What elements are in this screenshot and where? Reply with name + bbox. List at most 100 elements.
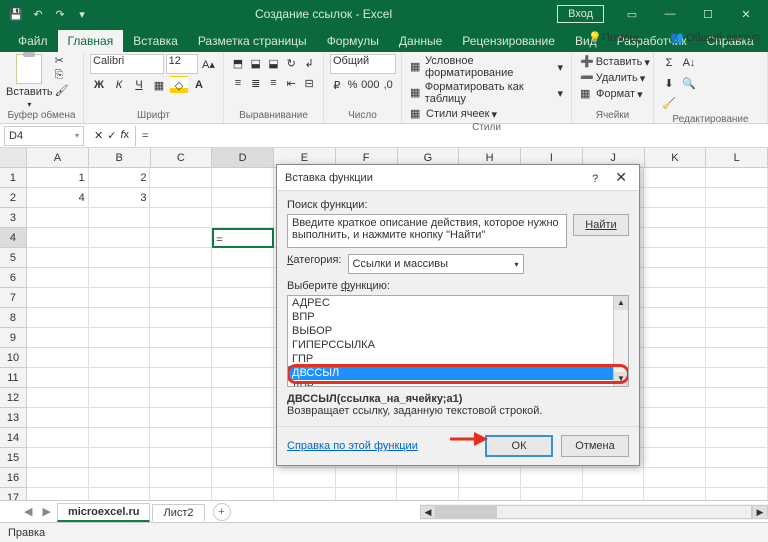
row-header[interactable]: 14 <box>0 428 27 448</box>
cell[interactable] <box>706 328 768 348</box>
align-left-icon[interactable]: ≡ <box>230 74 246 92</box>
list-item[interactable]: ВЫБОР <box>288 324 628 338</box>
formula-bar[interactable]: = <box>135 126 768 146</box>
sheet-nav-prev-icon[interactable]: ◀ <box>20 505 36 518</box>
cell[interactable] <box>706 228 768 248</box>
cell[interactable] <box>150 408 212 428</box>
cell[interactable] <box>27 208 89 228</box>
cell[interactable] <box>150 368 212 388</box>
list-item-selected[interactable]: ДВССЫЛ <box>288 366 628 380</box>
col-header[interactable]: K <box>645 148 707 167</box>
cell[interactable] <box>583 468 645 488</box>
underline-icon[interactable]: Ч <box>130 76 148 94</box>
cell[interactable]: = <box>212 228 274 248</box>
cell[interactable] <box>644 428 706 448</box>
cell[interactable] <box>89 428 151 448</box>
cell[interactable] <box>89 368 151 388</box>
cell[interactable] <box>89 448 151 468</box>
cell[interactable] <box>27 268 89 288</box>
dialog-help-icon[interactable]: ? <box>582 173 608 185</box>
cell[interactable] <box>397 488 459 500</box>
cell[interactable] <box>212 268 274 288</box>
find-icon[interactable]: 🔍 <box>680 74 698 92</box>
cell[interactable]: 4 <box>27 188 89 208</box>
bold-icon[interactable]: Ж <box>90 76 108 94</box>
undo-icon[interactable]: ↶ <box>30 6 46 22</box>
category-select[interactable]: Ссылки и массивы▾ <box>348 254 524 274</box>
row-header[interactable]: 3 <box>0 208 27 228</box>
cell[interactable] <box>706 388 768 408</box>
cell[interactable] <box>27 428 89 448</box>
cell[interactable] <box>27 488 89 500</box>
cell[interactable] <box>706 168 768 188</box>
sheet-nav-next-icon[interactable]: ▶ <box>38 505 54 518</box>
cell[interactable] <box>89 348 151 368</box>
cell[interactable] <box>89 328 151 348</box>
cell[interactable] <box>644 188 706 208</box>
cell[interactable] <box>150 428 212 448</box>
redo-icon[interactable]: ↷ <box>52 6 68 22</box>
cell[interactable] <box>27 228 89 248</box>
cell[interactable] <box>459 468 521 488</box>
col-header[interactable]: L <box>706 148 768 167</box>
col-header[interactable]: B <box>89 148 151 167</box>
cell[interactable] <box>27 388 89 408</box>
cell[interactable] <box>27 348 89 368</box>
wrap-icon[interactable]: ↲ <box>301 54 317 72</box>
cell[interactable]: 1 <box>27 168 89 188</box>
share-button[interactable]: 👥Общий доступ <box>670 30 760 44</box>
comma-icon[interactable]: 000 <box>361 76 379 94</box>
function-help-link[interactable]: Справка по этой функции <box>287 440 418 452</box>
list-item[interactable]: ДРВ <box>288 380 628 387</box>
cell[interactable] <box>521 468 583 488</box>
cell[interactable] <box>27 248 89 268</box>
cell[interactable] <box>336 488 398 500</box>
tab-home[interactable]: Главная <box>58 30 124 52</box>
cell[interactable] <box>706 368 768 388</box>
qat-more-icon[interactable]: ▾ <box>74 6 90 22</box>
copy-icon[interactable]: ⎘ <box>55 69 71 83</box>
cell[interactable] <box>150 388 212 408</box>
cell[interactable] <box>212 328 274 348</box>
align-middle-icon[interactable]: ⬓ <box>248 54 264 72</box>
cell[interactable] <box>644 228 706 248</box>
cell[interactable] <box>27 288 89 308</box>
list-scrollbar[interactable]: ▲▼ <box>613 296 628 386</box>
italic-icon[interactable]: К <box>110 76 128 94</box>
percent-icon[interactable]: % <box>346 76 360 94</box>
cell[interactable] <box>644 248 706 268</box>
row-header[interactable]: 13 <box>0 408 27 428</box>
cell[interactable] <box>212 488 274 500</box>
cell[interactable] <box>583 488 645 500</box>
cell[interactable] <box>644 208 706 228</box>
cell-styles-button[interactable]: ▦Стили ячеек ▾ <box>408 106 565 122</box>
tab-file[interactable]: Файл <box>8 30 58 52</box>
maximize-icon[interactable]: ☐ <box>690 3 726 25</box>
format-table-button[interactable]: ▦Форматировать как таблицу ▾ <box>408 80 565 106</box>
save-icon[interactable]: 💾 <box>8 6 24 22</box>
cell[interactable] <box>706 348 768 368</box>
function-list[interactable]: АДРЕС ВПР ВЫБОР ГИПЕРССЫЛКА ГПР ДВССЫЛ Д… <box>287 295 629 387</box>
cell[interactable] <box>212 168 274 188</box>
tab-layout[interactable]: Разметка страницы <box>188 30 317 52</box>
cell[interactable] <box>212 368 274 388</box>
list-item[interactable]: ГПР <box>288 352 628 366</box>
increase-font-icon[interactable]: A▴ <box>200 55 217 73</box>
cell[interactable] <box>459 488 521 500</box>
font-color-icon[interactable]: А <box>190 76 208 94</box>
row-header[interactable]: 8 <box>0 308 27 328</box>
cell[interactable] <box>89 488 151 500</box>
cell[interactable] <box>274 468 336 488</box>
cell[interactable] <box>644 448 706 468</box>
row-header[interactable]: 2 <box>0 188 27 208</box>
cell[interactable] <box>150 168 212 188</box>
cell[interactable] <box>644 408 706 428</box>
cell[interactable] <box>706 468 768 488</box>
cell[interactable] <box>27 408 89 428</box>
add-sheet-button[interactable]: + <box>213 503 231 521</box>
cell[interactable] <box>212 428 274 448</box>
ribbon-options-icon[interactable]: ▭ <box>614 3 650 25</box>
cell[interactable] <box>706 208 768 228</box>
row-header[interactable]: 12 <box>0 388 27 408</box>
cell[interactable] <box>706 248 768 268</box>
